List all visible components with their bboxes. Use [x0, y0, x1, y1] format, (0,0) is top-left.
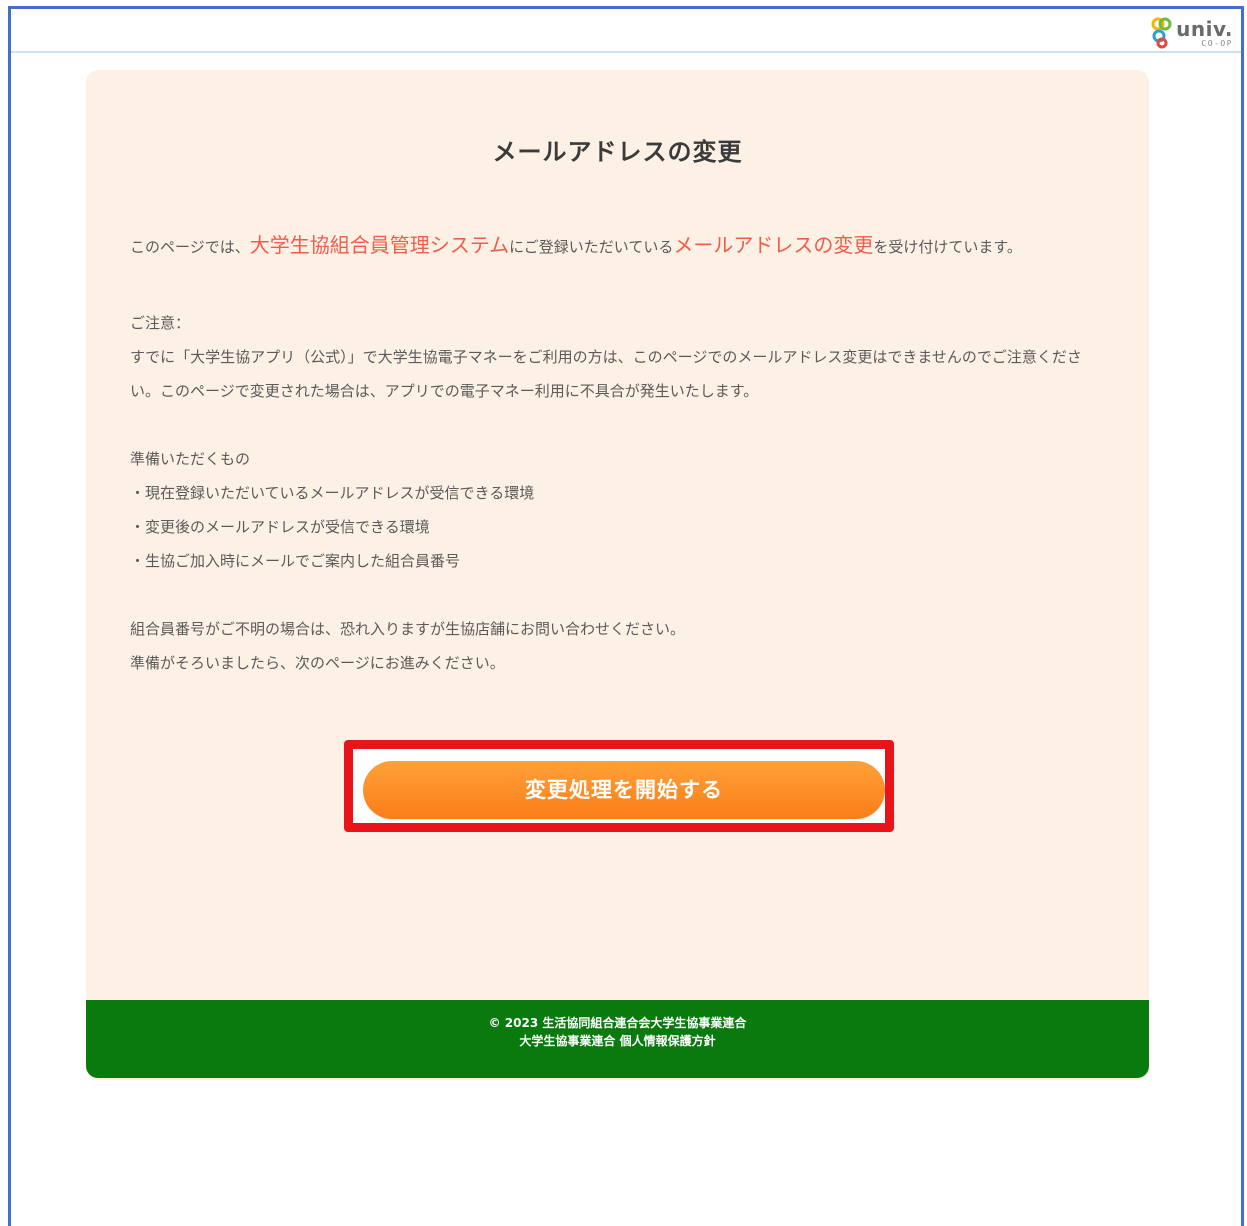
feature-name: メールアドレスの変更: [673, 233, 874, 257]
page-title: メールアドレスの変更: [492, 138, 743, 166]
main-panel: メールアドレスの変更 このページでは、大学生協組合員管理システムにご登録いただい…: [86, 70, 1149, 1080]
system-name: 大学生協組合員管理システム: [249, 233, 510, 257]
intro-suffix: を受け付けています。: [873, 238, 1022, 256]
notice-heading: ご注意：: [130, 314, 191, 332]
notice-body: すでに「大学生協アプリ（公式）」で大学生協電子マネーをご利用の方は、このページで…: [130, 348, 1082, 400]
proceed-note: 準備がそろいましたら、次のページにお進みください。: [130, 654, 505, 672]
start-change-button[interactable]: 変更処理を開始する: [363, 761, 885, 819]
intro-prefix: このページでは、: [130, 238, 250, 256]
list-item: ・変更後のメールアドレスが受信できる環境: [130, 518, 430, 536]
header-bar: univ. CO-OP: [11, 9, 1241, 53]
intro-text: このページでは、大学生協組合員管理システムにご登録いただいているメールアドレスの…: [130, 220, 1109, 272]
intro-middle: にご登録いただいている: [509, 238, 674, 256]
site-footer: © 2023 生活協同組合連合会大学生協事業連合 大学生協事業連合 個人情報保護…: [86, 1000, 1149, 1078]
org-link[interactable]: 大学生協事業連合: [519, 1034, 615, 1048]
logo-wordmark: univ.: [1176, 17, 1233, 41]
univ-coop-logo[interactable]: univ. CO-OP: [1151, 15, 1233, 49]
member-number-note: 組合員番号がご不明の場合は、恐れ入りますが生協店舗にお問い合わせください。: [130, 620, 686, 638]
logo-subtext: CO-OP: [1201, 39, 1233, 48]
coop-logo-icon: [1151, 17, 1172, 49]
list-item: ・現在登録いただいているメールアドレスが受信できる環境: [130, 484, 535, 502]
copyright-text: © 2023 生活協同組合連合会大学生協事業連合: [488, 1016, 747, 1030]
list-item: ・生協ご加入時にメールでご案内した組合員番号: [130, 552, 461, 570]
start-button-callout: 変更処理を開始する: [344, 740, 894, 832]
prepare-heading: 準備いただくもの: [130, 450, 251, 468]
content-body: このページでは、大学生協組合員管理システムにご登録いただいているメールアドレスの…: [130, 220, 1109, 680]
privacy-policy-link[interactable]: 個人情報保護方針: [620, 1034, 716, 1048]
